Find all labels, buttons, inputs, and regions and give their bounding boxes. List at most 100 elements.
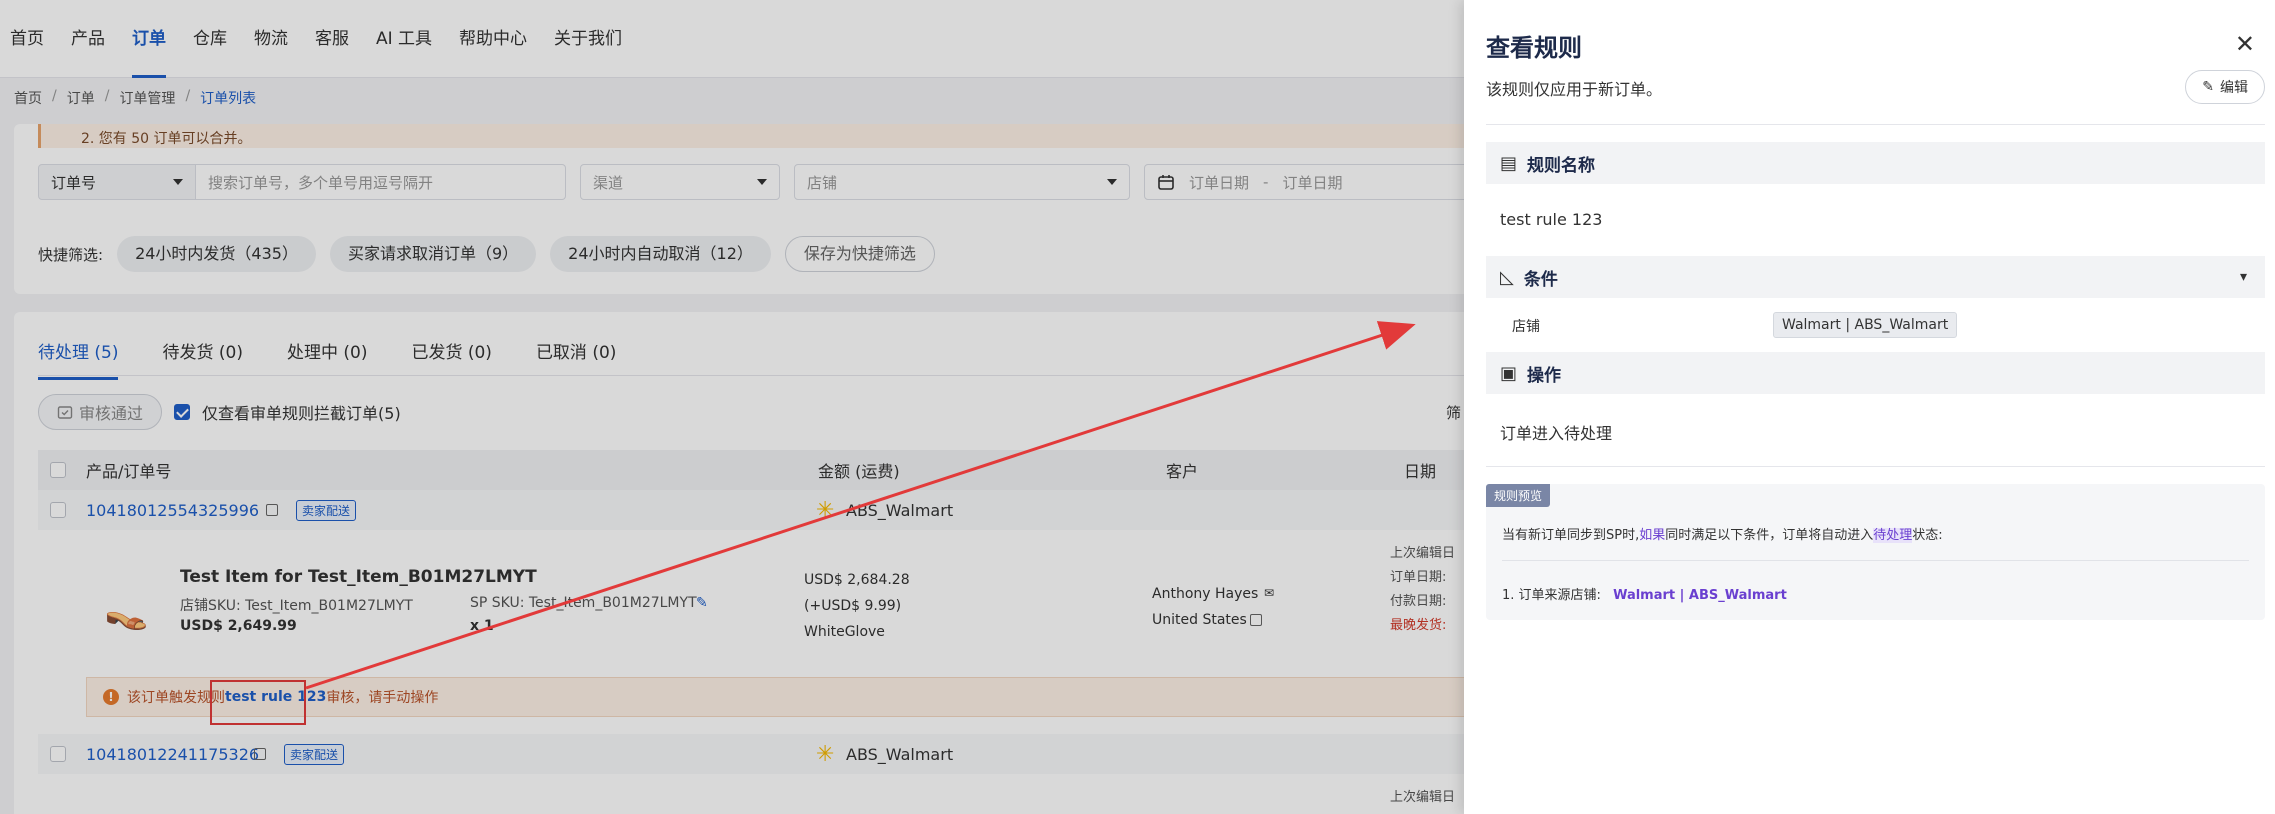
orders-card: 待处理 (5) 待发货 (0) 处理中 (0) 已发货 (0) 已取消 (0) … bbox=[14, 312, 1574, 814]
notice-banner: 2. 您有 50 订单可以合并。 bbox=[38, 124, 1558, 148]
tab-shipped[interactable]: 已发货 (0) bbox=[411, 338, 491, 380]
copy-icon[interactable] bbox=[254, 748, 266, 760]
order-number-link[interactable]: 10418012241175326 bbox=[86, 745, 259, 764]
column-customer: 客户 bbox=[1166, 462, 1199, 481]
fulfillment-tag: 卖家配送 bbox=[284, 743, 345, 765]
nav-help-center[interactable]: 帮助中心 bbox=[459, 0, 527, 78]
quick-filter-chip-ship-24h[interactable]: 24小时内发货（435） bbox=[117, 236, 316, 272]
column-amount: 金额 (运费) bbox=[818, 462, 900, 481]
nav-about-us[interactable]: 关于我们 bbox=[554, 0, 622, 78]
rule-name-icon: ▤ bbox=[1500, 152, 1518, 174]
rule-preview-box: 规则预览 当有新订单同步到SP时,如果同时满足以下条件，订单将自动进入待处理状态… bbox=[1486, 484, 2265, 620]
order-type-value: 订单号 bbox=[51, 173, 97, 192]
order-checkbox[interactable] bbox=[50, 746, 66, 762]
nav-orders[interactable]: 订单 bbox=[132, 0, 166, 78]
nav-home[interactable]: 首页 bbox=[10, 0, 44, 78]
nav-ai-tools[interactable]: AI 工具 bbox=[376, 0, 432, 78]
tab-awaiting-shipment[interactable]: 待发货 (0) bbox=[162, 338, 242, 380]
item-quantity: x 1 bbox=[470, 618, 494, 634]
edit-sku-icon[interactable]: ✎ bbox=[696, 595, 708, 611]
save-quick-filter-button[interactable]: 保存为快捷筛选 bbox=[784, 236, 935, 272]
mail-icon[interactable]: ✉ bbox=[1264, 586, 1274, 600]
quick-filter-chip-cancel-request[interactable]: 买家请求取消订单（9） bbox=[329, 236, 537, 272]
order-checkbox[interactable] bbox=[50, 502, 66, 518]
quick-filter-chip-auto-cancel[interactable]: 24小时内自动取消（12） bbox=[550, 236, 771, 272]
date-start-placeholder: 订单日期 bbox=[1189, 173, 1250, 192]
only-rule-checkbox[interactable] bbox=[174, 404, 191, 420]
tab-cancelled[interactable]: 已取消 (0) bbox=[536, 338, 616, 380]
store-placeholder: 店铺 bbox=[807, 173, 838, 192]
order-search-combo: 订单号 搜索订单号，多个单号用逗号隔开 bbox=[38, 164, 566, 200]
tab-pending[interactable]: 待处理 (5) bbox=[38, 338, 119, 380]
order-search-input[interactable]: 搜索订单号，多个单号用逗号隔开 bbox=[196, 164, 566, 200]
breadcrumb-home[interactable]: 首页 bbox=[14, 88, 42, 108]
drawer-subtitle: 该规则仅应用于新订单。 bbox=[1486, 80, 1663, 99]
breadcrumb-orders[interactable]: 订单 bbox=[67, 88, 95, 108]
order-amount: USD$ 2,684.28 bbox=[804, 572, 910, 588]
preview-condition-value: Walmart | ABS_Walmart bbox=[1613, 588, 1787, 603]
nav-customer-service[interactable]: 客服 bbox=[315, 0, 349, 78]
divider bbox=[1486, 124, 2265, 125]
rule-name-section-header: ▤ 规则名称 bbox=[1486, 142, 2265, 184]
chevron-down-icon[interactable]: ▾ bbox=[2240, 269, 2247, 285]
close-icon[interactable]: ✕ bbox=[2235, 30, 2255, 58]
action-value: 订单进入待处理 bbox=[1500, 424, 1613, 443]
store-name: ABS_Walmart bbox=[846, 500, 954, 520]
edit-rule-button[interactable]: ✎ 编辑 bbox=[2185, 70, 2265, 104]
condition-label: 店铺 bbox=[1512, 319, 1540, 335]
order-type-select[interactable]: 订单号 bbox=[38, 164, 196, 200]
approve-button[interactable]: 审核通过 bbox=[38, 394, 163, 430]
nav-products[interactable]: 产品 bbox=[71, 0, 105, 78]
quick-filter-row: 快捷筛选: 24小时内发货（435） 买家请求取消订单（9） 24小时内自动取消… bbox=[38, 236, 935, 272]
channel-select[interactable]: 渠道 bbox=[580, 164, 780, 200]
tab-processing[interactable]: 处理中 (0) bbox=[287, 338, 367, 380]
condition-store-tag: Walmart | ABS_Walmart bbox=[1773, 312, 1958, 338]
shipping-fee: (+USD$ 9.99) bbox=[804, 598, 902, 614]
rule-name-heading: 规则名称 bbox=[1527, 155, 1596, 176]
breadcrumb-order-management[interactable]: 订单管理 bbox=[119, 88, 175, 108]
store-name: ABS_Walmart bbox=[846, 744, 954, 764]
store-select[interactable]: 店铺 bbox=[794, 164, 1130, 200]
order-number-link[interactable]: 10418012554325996 bbox=[86, 501, 259, 520]
order-row-header: 10418012241175326 卖家配送 ✳ ABS_Walmart bbox=[38, 734, 1574, 774]
preview-keyword-if: 如果 bbox=[1639, 528, 1666, 543]
copy-icon[interactable] bbox=[266, 504, 278, 516]
preview-line-2: 1. 订单来源店铺: Walmart | ABS_Walmart bbox=[1502, 584, 1787, 603]
date-range-picker[interactable]: 订单日期 - 订单日期 bbox=[1144, 164, 1484, 200]
nav-warehouse[interactable]: 仓库 bbox=[193, 0, 227, 78]
breadcrumb: 首页 / 订单 / 订单管理 / 订单列表 bbox=[14, 88, 256, 108]
filter-card: 2. 您有 50 订单可以合并。 订单号 搜索订单号，多个单号用逗号隔开 渠道 … bbox=[14, 124, 1574, 294]
rule-warning-bar: ! 该订单触发规则 test rule 123 审核，请手动操作 bbox=[86, 677, 1566, 717]
copy-icon[interactable] bbox=[1250, 614, 1262, 626]
preview-condition-label: 1. 订单来源店铺: bbox=[1502, 588, 1601, 603]
only-rule-label: 仅查看审单规则拦截订单(5) bbox=[202, 404, 401, 423]
breadcrumb-separator: / bbox=[52, 88, 57, 104]
filter-row: 订单号 搜索订单号，多个单号用逗号隔开 渠道 店铺 订单日期 - 订单日期 bbox=[38, 164, 1484, 200]
date-end-placeholder: 订单日期 bbox=[1282, 173, 1343, 192]
preview-line-1: 当有新订单同步到SP时,如果同时满足以下条件，订单将自动进入待处理状态: bbox=[1502, 524, 1943, 543]
preview-divider bbox=[1502, 560, 2249, 561]
nav-logistics[interactable]: 物流 bbox=[254, 0, 288, 78]
select-all-checkbox[interactable] bbox=[50, 462, 66, 478]
actions-heading: 操作 bbox=[1527, 365, 1562, 386]
date-last-edited: 上次编辑日 bbox=[1390, 790, 1456, 805]
customer-name: Anthony Hayes bbox=[1152, 586, 1259, 602]
conditions-section-header[interactable]: ◺ 条件 ▾ bbox=[1486, 256, 2265, 298]
preview-text: 当有新订单同步到SP时, bbox=[1502, 528, 1640, 543]
order-status-tabs: 待处理 (5) 待发货 (0) 处理中 (0) 已发货 (0) 已取消 (0) bbox=[38, 338, 616, 380]
breadcrumb-order-list: 订单列表 bbox=[200, 91, 257, 107]
order-row-header: 10418012554325996 卖家配送 ✳ ABS_Walmart bbox=[38, 490, 1574, 530]
drawer-title: 查看规则 bbox=[1486, 34, 1582, 62]
divider bbox=[1486, 466, 2265, 467]
warning-icon: ! bbox=[103, 689, 119, 705]
view-rule-drawer: 查看规则 ✕ 该规则仅应用于新订单。 ✎ 编辑 ▤ 规则名称 test rule… bbox=[1464, 0, 2275, 814]
item-title[interactable]: Test Item for Test_Item_B01M27LMYT bbox=[180, 567, 537, 587]
preview-badge: 规则预览 bbox=[1486, 484, 1551, 507]
preview-text: 同时满足以下条件，订单将自动进入 bbox=[1665, 528, 1874, 543]
caret-down-icon bbox=[1107, 179, 1117, 185]
table-header: 产品/订单号 金额 (运费) 客户 日期 bbox=[38, 450, 1574, 490]
column-date: 日期 bbox=[1404, 462, 1437, 481]
sp-sku: SP SKU: Test_Item_B01M27LMYT bbox=[470, 595, 697, 611]
warning-suffix: 审核，请手动操作 bbox=[326, 690, 439, 706]
customer-country: United States bbox=[1152, 612, 1247, 628]
